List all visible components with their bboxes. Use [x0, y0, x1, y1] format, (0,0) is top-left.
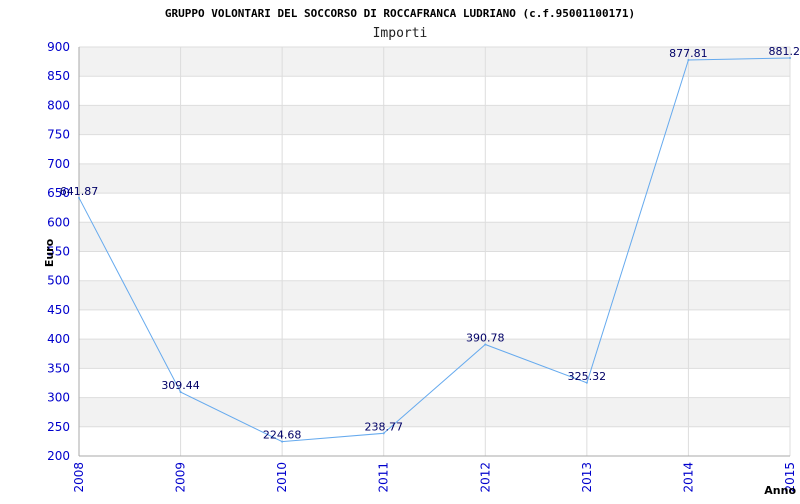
- background-bands: [79, 47, 790, 427]
- x-tick-label: 2008: [72, 462, 86, 493]
- y-tick-label: 350: [47, 361, 70, 375]
- grid-band: [79, 281, 790, 310]
- x-tick-label: 2010: [275, 462, 289, 493]
- y-axis-title: Euro: [43, 238, 56, 267]
- y-tick-label: 800: [47, 98, 70, 112]
- chart-subtitle: Importi: [373, 26, 428, 41]
- data-label: 325.32: [568, 370, 607, 383]
- y-tick-label: 250: [47, 420, 70, 434]
- grid-band: [79, 398, 790, 427]
- y-tick-label: 900: [47, 40, 70, 54]
- x-axis-title: Anno: [764, 484, 796, 497]
- chart-title: GRUPPO VOLONTARI DEL SOCCORSO DI ROCCAFR…: [165, 7, 635, 20]
- data-label: 238.77: [364, 420, 403, 433]
- y-tick-label: 200: [47, 449, 70, 463]
- grid-band: [79, 164, 790, 193]
- y-tick-label: 600: [47, 215, 70, 229]
- y-tick-label: 700: [47, 157, 70, 171]
- x-tick-label: 2009: [174, 462, 188, 493]
- data-label: 390.78: [466, 332, 505, 345]
- grid-band: [79, 105, 790, 134]
- x-tick-label: 2012: [478, 462, 492, 493]
- data-label: 309.44: [161, 379, 200, 392]
- y-tick-label: 300: [47, 391, 70, 405]
- y-tick-label: 450: [47, 303, 70, 317]
- x-tick-label: 2014: [681, 462, 695, 493]
- grid-band: [79, 339, 790, 368]
- data-label: 641.87: [60, 185, 99, 198]
- y-tick-label: 750: [47, 128, 70, 142]
- y-tick-label: 850: [47, 69, 70, 83]
- x-tick-label: 2013: [580, 462, 594, 493]
- data-label: 877.81: [669, 47, 708, 60]
- grid-band: [79, 222, 790, 251]
- y-tick-label: 400: [47, 332, 70, 346]
- y-tick-label: 500: [47, 274, 70, 288]
- line-chart: 2002503003504004505005506006507007508008…: [0, 0, 800, 500]
- chart-container: 2002503003504004505005506006507007508008…: [0, 0, 800, 500]
- data-label: 224.68: [263, 429, 302, 442]
- data-label: 881.2: [769, 45, 800, 58]
- x-tick-label: 2011: [377, 462, 391, 493]
- x-tick-labels: 20082009201020112012201320142015: [72, 462, 797, 493]
